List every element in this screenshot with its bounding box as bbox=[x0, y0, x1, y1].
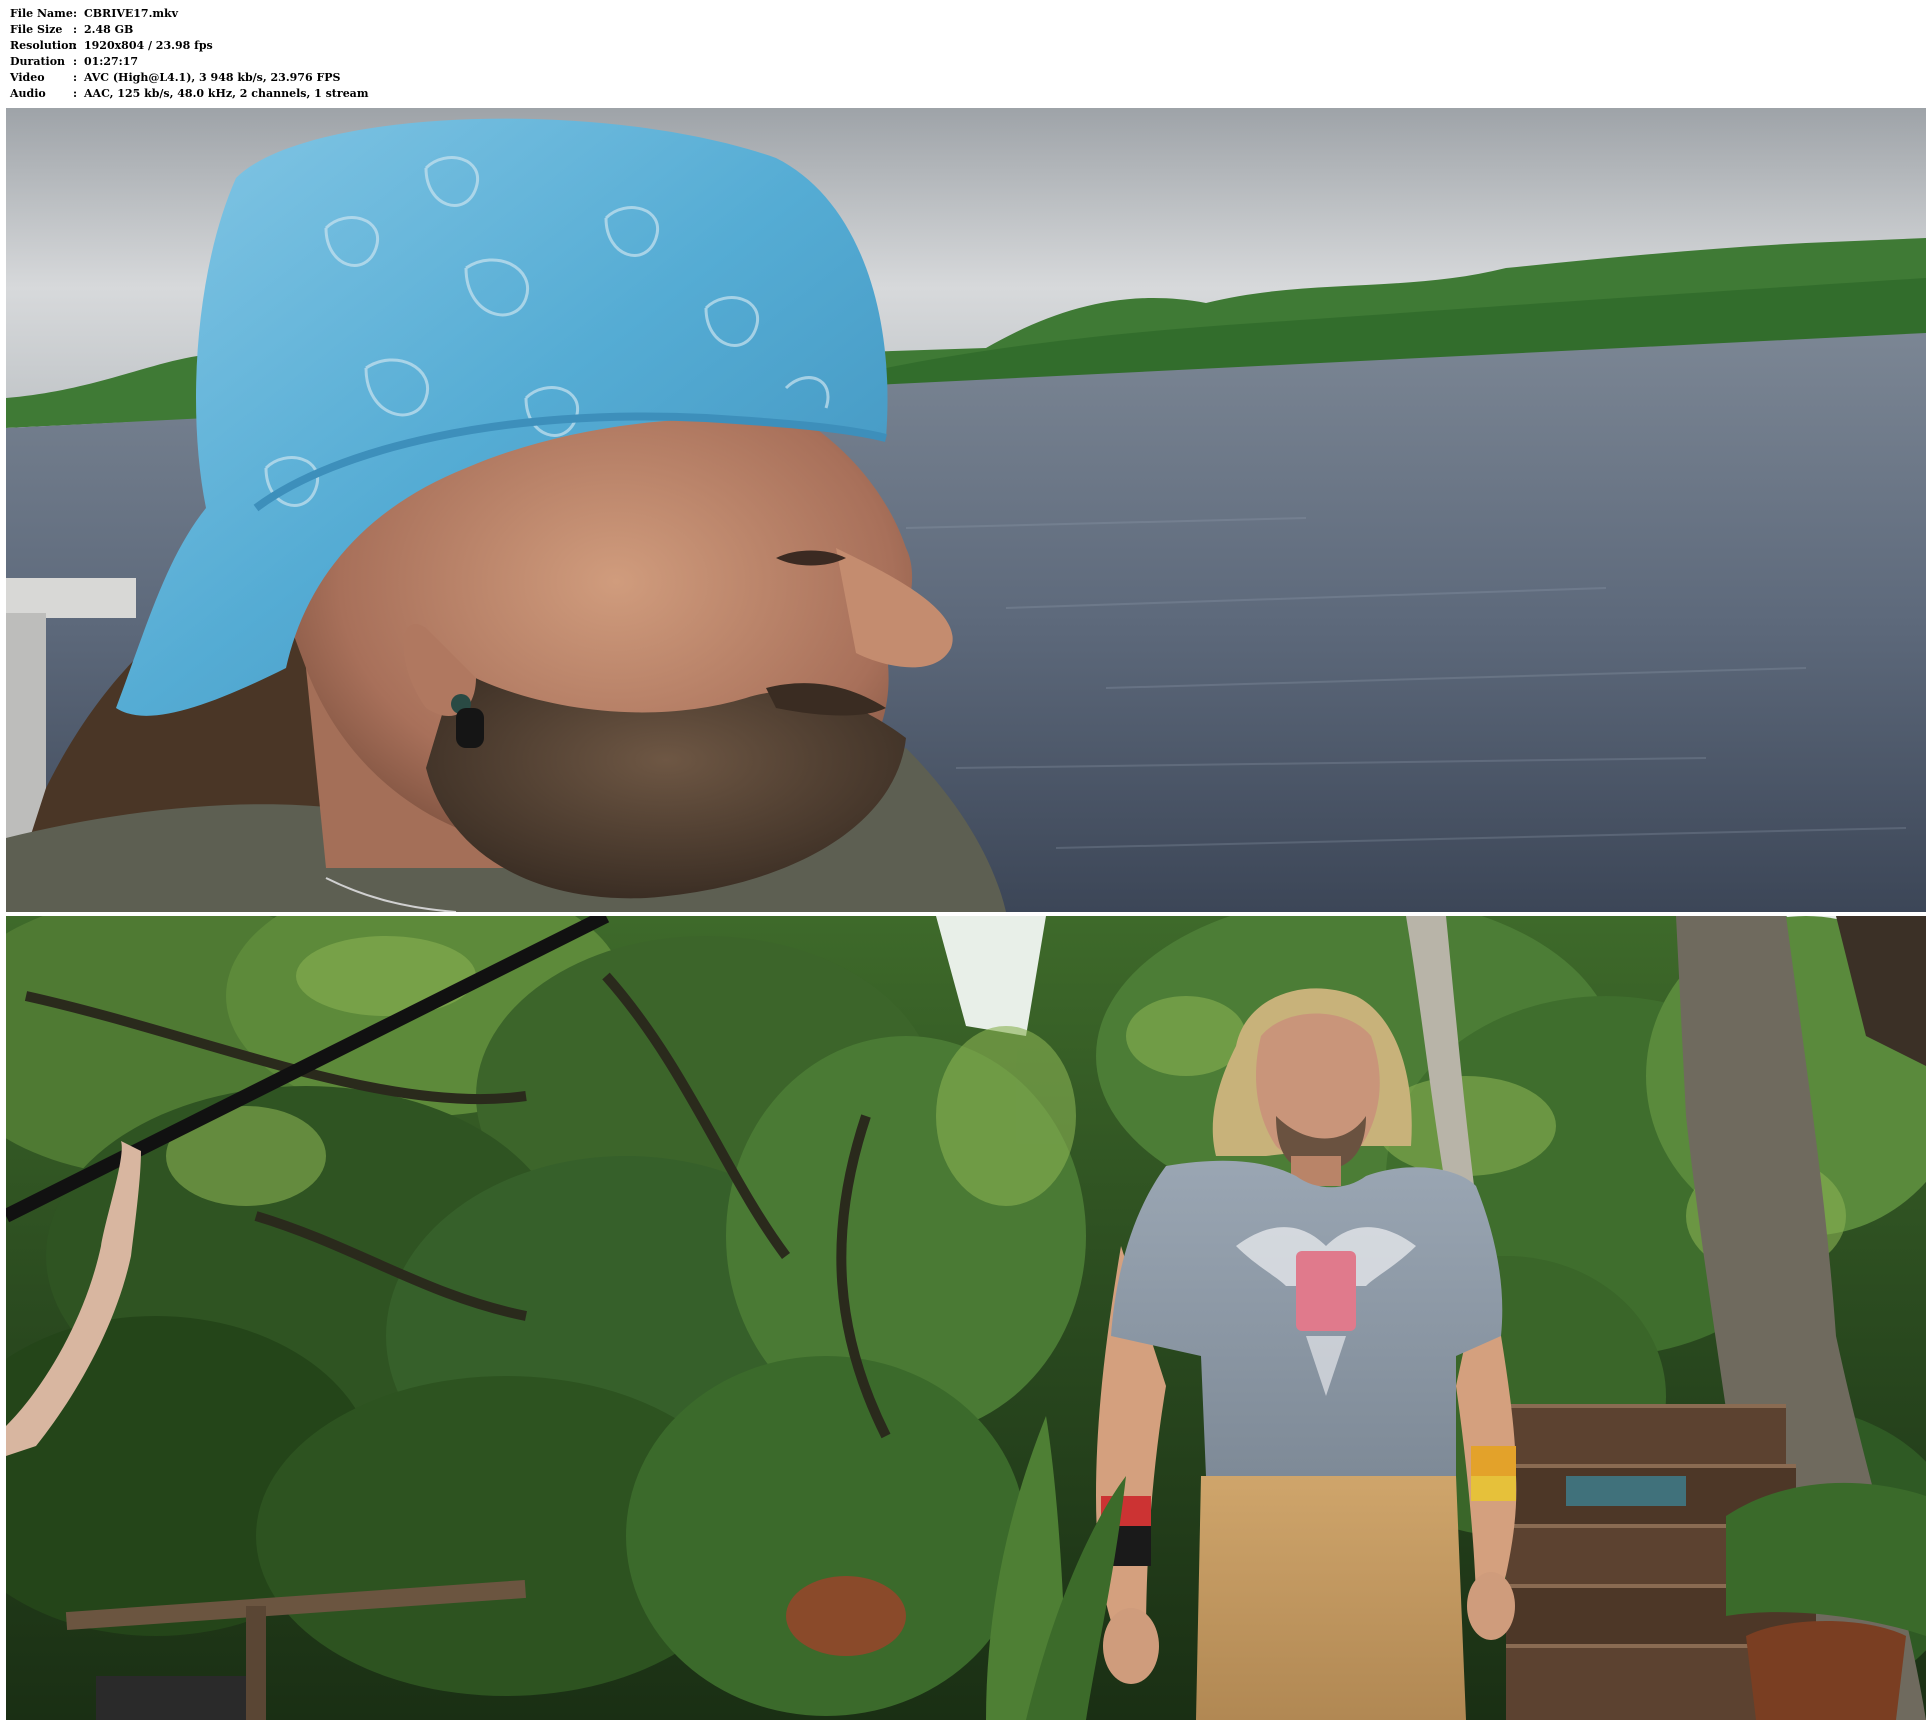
media-info-separator: : bbox=[73, 87, 78, 100]
media-info-row-duration: Duration : 01:27:17 bbox=[10, 54, 368, 70]
media-info-key: File Size bbox=[10, 23, 63, 36]
left-hand bbox=[1103, 1608, 1159, 1684]
media-info-value: AAC, 125 kb/s, 48.0 kHz, 2 channels, 1 s… bbox=[84, 87, 369, 100]
media-info-separator: : bbox=[73, 71, 78, 84]
wristband-orange bbox=[1471, 1446, 1516, 1476]
media-info-row-file-size: File Size : 2.48 GB bbox=[10, 22, 368, 38]
river-closeup-scene bbox=[6, 108, 1926, 912]
media-info-separator: : bbox=[73, 23, 78, 36]
media-info-key: Resolution bbox=[10, 39, 77, 52]
media-info-value: 01:27:17 bbox=[84, 55, 139, 68]
wristband-yellow bbox=[1471, 1476, 1516, 1501]
media-info-key: Duration bbox=[10, 55, 66, 68]
media-info-value: 1920x804 / 23.98 fps bbox=[84, 39, 213, 52]
media-info-row-video: Video : AVC (High@L4.1), 3 948 kb/s, 23.… bbox=[10, 70, 368, 86]
video-frame-2 bbox=[6, 916, 1926, 1720]
media-info-row-resolution: Resolution : 1920x804 / 23.98 fps bbox=[10, 38, 368, 54]
media-info-value: AVC (High@L4.1), 3 948 kb/s, 23.976 FPS bbox=[84, 71, 341, 84]
media-info-row-file-name: File Name : CBRIVE17.mkv bbox=[10, 6, 368, 22]
media-info-separator: : bbox=[73, 55, 78, 68]
video-frame-1 bbox=[6, 108, 1926, 912]
media-info-key: File Name bbox=[10, 7, 73, 20]
media-info-separator: : bbox=[73, 39, 78, 52]
planter-pot bbox=[786, 1576, 906, 1656]
media-info-row-audio: Audio : AAC, 125 kb/s, 48.0 kHz, 2 chann… bbox=[10, 86, 368, 102]
media-info-panel: File Name : CBRIVE17.mkv File Size : 2.4… bbox=[10, 6, 368, 102]
boat-rail bbox=[6, 578, 136, 618]
media-info-key: Video bbox=[10, 71, 45, 84]
trousers bbox=[1196, 1476, 1466, 1720]
right-hand bbox=[1467, 1572, 1515, 1640]
media-info-key: Audio bbox=[10, 87, 46, 100]
planter-pot-right bbox=[1746, 1621, 1906, 1720]
media-info-value: CBRIVE17.mkv bbox=[84, 7, 179, 20]
earring bbox=[456, 708, 484, 748]
jungle-garden-scene bbox=[6, 916, 1926, 1720]
media-info-value: 2.48 GB bbox=[84, 23, 134, 36]
media-info-separator: : bbox=[73, 7, 78, 20]
